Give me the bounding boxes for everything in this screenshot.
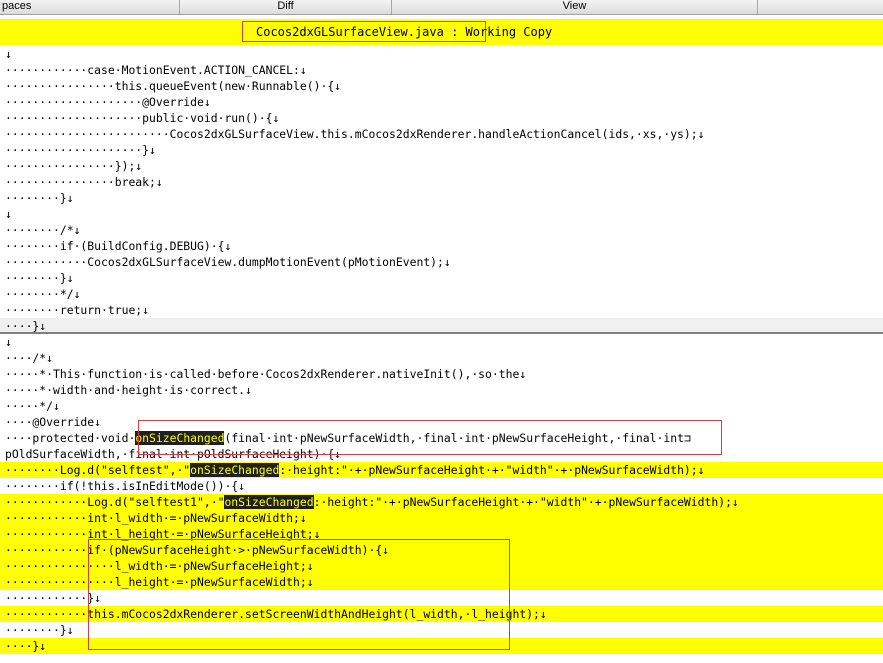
tab-empty: [758, 0, 883, 14]
code-line: ·····*/↓: [5, 399, 60, 413]
code-text: :·height:"·+·pNewSurfaceHeight·+·"width"…: [279, 463, 705, 477]
file-title: Cocos2dxGLSurfaceView.java : Working Cop…: [256, 25, 553, 39]
file-title-bar: Cocos2dxGLSurfaceView.java : Working Cop…: [0, 19, 883, 45]
code-line: ············Cocos2dxGLSurfaceView.dumpMo…: [5, 255, 451, 269]
code-line: ············if·(pNewSurfaceHeight·>·pNew…: [0, 542, 883, 558]
code-text: (final·int·pNewSurfaceWidth,·final·int·p…: [224, 431, 691, 445]
code-line: ················l_width·=·pNewSurfaceHei…: [0, 558, 883, 574]
code-line: ····}↓: [0, 318, 883, 334]
view-tab-bar: paces Diff View: [0, 0, 883, 15]
code-line: ·····*·width·and·height·is·correct.↓: [5, 383, 252, 397]
code-line: ····················}↓: [5, 143, 156, 157]
code-text: ········Log.d("selftest",·": [5, 463, 191, 477]
code-text: :·height:"·+·pNewSurfaceHeight·+·"width"…: [313, 495, 739, 509]
code-line: ····················public·void·run()·{↓: [5, 111, 280, 125]
code-text: ············Log.d("selftest1",·": [5, 495, 225, 509]
code-line: ········if(!this.isInEditMode())·{↓: [5, 479, 246, 493]
code-line: ····················@Override↓: [5, 95, 211, 109]
code-line: ················break;↓: [5, 175, 163, 189]
code-line: ········Log.d("selftest",·"onSizeChanged…: [0, 462, 883, 478]
code-pane[interactable]: ↓ ············case·MotionEvent.ACTION_CAN…: [0, 46, 883, 663]
code-line: ············int·l_height·=·pNewSurfaceHe…: [0, 526, 883, 542]
code-line: ························Cocos2dxGLSurfac…: [5, 127, 705, 141]
code-line: ·····*·This·function·is·called·before·Co…: [5, 367, 527, 381]
code-line: ↓: [5, 207, 12, 221]
code-line: ········*/↓: [5, 287, 81, 301]
code-line: ········}↓: [5, 271, 74, 285]
code-line: ········if·(BuildConfig.DEBUG)·{↓: [5, 239, 232, 253]
search-match: onSizeChanged: [224, 495, 314, 509]
code-line: ············case·MotionEvent.ACTION_CANC…: [5, 63, 307, 77]
code-line: ················});↓: [5, 159, 143, 173]
code-line: ····@Override↓: [5, 415, 102, 429]
code-line: ············int·l_width·=·pNewSurfaceWid…: [0, 510, 883, 526]
code-line: ········return·true;↓: [5, 303, 150, 317]
code-line: ········}↓: [5, 623, 74, 637]
code-line: ············}↓: [5, 591, 102, 605]
tab-diff[interactable]: Diff: [180, 0, 392, 14]
tab-spaces[interactable]: paces: [0, 0, 180, 14]
code-line: ····/*↓: [5, 351, 54, 365]
search-match: onSizeChanged: [135, 431, 225, 445]
code-line: ················l_height·=·pNewSurfaceWi…: [0, 574, 883, 590]
code-line: ········}↓: [5, 191, 74, 205]
code-line: ····}↓: [0, 638, 883, 654]
code-line: pOldSurfaceWidth,·final·int·pOldSurfaceH…: [5, 447, 342, 461]
code-text: ····protected·void·: [5, 431, 136, 445]
code-line: ············this.mCocos2dxRenderer.setSc…: [0, 606, 883, 622]
code-line: ↓: [5, 335, 12, 349]
search-match: onSizeChanged: [190, 463, 280, 477]
code-line: ····protected·void·onSizeChanged(final·i…: [0, 430, 883, 446]
tab-view[interactable]: View: [392, 0, 758, 14]
code-line: ············Log.d("selftest1",·"onSizeCh…: [0, 494, 883, 510]
code-line: ················this.queueEvent(new·Runn…: [5, 79, 342, 93]
code-line: ········/*↓: [5, 223, 81, 237]
code-line: ↓: [5, 47, 12, 61]
